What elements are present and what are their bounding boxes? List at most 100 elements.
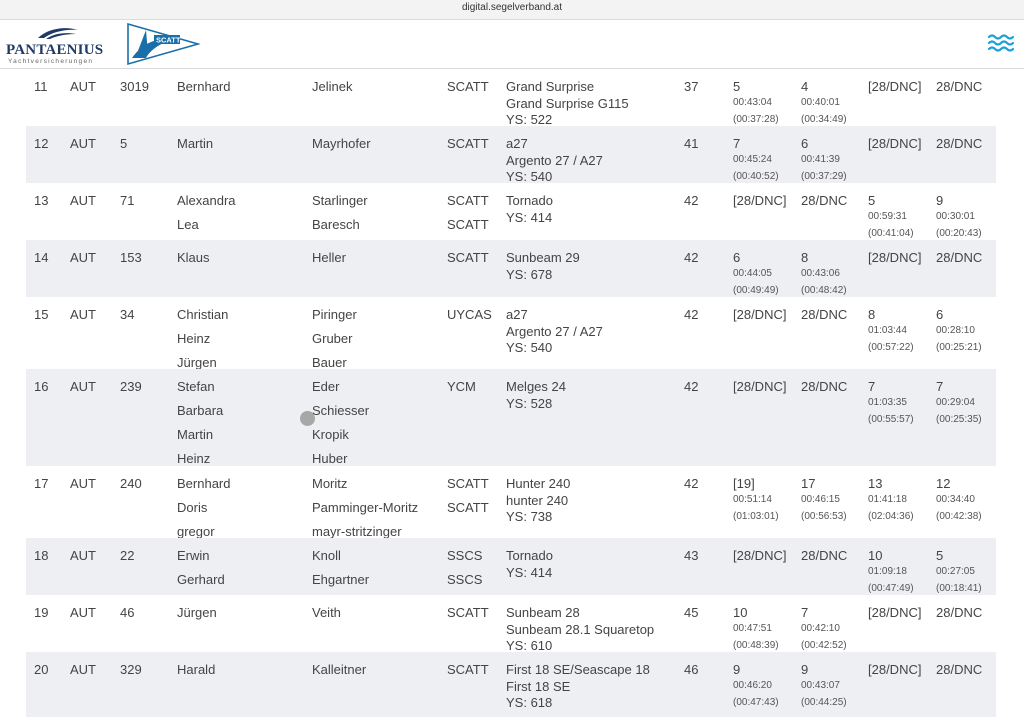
- race-score: 6: [801, 136, 809, 151]
- club-value: SCATT: [447, 605, 489, 620]
- table-row[interactable]: 14 AUT 153 42 Klaus Heller SCATT Sunbeam 29 YS: …: [26, 240, 996, 297]
- first-name-value: Heinz: [177, 331, 211, 346]
- first-name-value: Gerhard: [177, 572, 225, 587]
- rank-value: 15: [34, 307, 49, 322]
- table-row[interactable]: 20 AUT 329 46 Harald Kalleitner SCATT First 18 …: [26, 652, 996, 717]
- sail-value: 5: [120, 136, 128, 151]
- race-corrected-time: (00:49:49): [733, 285, 779, 296]
- race-score: 28/DNC: [936, 250, 983, 265]
- race-time: 00:46:15: [801, 494, 840, 505]
- first-name-value: Stefan: [177, 379, 215, 394]
- race-score: [28/DNC]: [868, 250, 922, 265]
- boat-line: Tornado: [506, 548, 553, 563]
- boat-line: Hunter 240: [506, 476, 571, 491]
- race-time: 00:42:10: [801, 623, 840, 634]
- pantaenius-logo[interactable]: PANTAENIUS Yachtversicherungen: [6, 26, 106, 66]
- race-corrected-time: (00:25:35): [936, 414, 982, 425]
- race-score: 28/DNC: [801, 193, 848, 208]
- race-score: 28/DNC: [801, 548, 848, 563]
- last-name-value: Huber: [312, 451, 348, 466]
- race-score: 28/DNC: [801, 379, 848, 394]
- club-value: YCM: [447, 379, 476, 394]
- sponsor-name: PANTAENIUS: [6, 42, 104, 58]
- points-value: 42: [684, 193, 699, 208]
- points-value: 42: [684, 250, 699, 265]
- table-row[interactable]: 19 AUT 46 45 Jürgen Veith SCATT Sunbeam 28 Sunbe…: [26, 595, 996, 653]
- boat-line: Melges 24: [506, 379, 566, 394]
- first-name-value: Heinz: [177, 451, 211, 466]
- last-name-value: Gruber: [312, 331, 353, 346]
- table-row[interactable]: 18 AUT 22 43 Erwin Gerhard Knoll Ehgartner SSCS S…: [26, 538, 996, 595]
- race-time: 00:27:05: [936, 566, 975, 577]
- club-logo[interactable]: SCATT: [126, 22, 201, 71]
- site-header: PANTAENIUS Yachtversicherungen SCATT: [0, 20, 1024, 69]
- rank-value: 11: [34, 79, 48, 94]
- race-score: 5: [733, 79, 741, 94]
- touch-cursor: [300, 411, 315, 426]
- table-row[interactable]: 17 AUT 240 42 Bernhard Doris gregor Moritz Pammi…: [26, 466, 996, 539]
- race-time: 00:51:14: [733, 494, 772, 505]
- table-row[interactable]: 12 AUT 5 41 Martin Mayrhofer SCATT a27 Argento 2…: [26, 126, 996, 184]
- menu-waves-icon[interactable]: [987, 32, 1015, 54]
- boat-line: YS: 738: [506, 509, 553, 524]
- boat-line: First 18 SE/Seascape 18: [506, 662, 650, 677]
- table-row[interactable]: 15 AUT 34 42 Christian Heinz Jürgen Piringer Gru…: [26, 297, 996, 370]
- race-corrected-time: (00:55:57): [868, 414, 914, 425]
- race-corrected-time: (00:41:04): [868, 228, 914, 239]
- first-name-value: Bernhard: [177, 79, 231, 94]
- boat-line: Sunbeam 28: [506, 605, 580, 620]
- boat-line: Sunbeam 29: [506, 250, 580, 265]
- first-name-value: Lea: [177, 217, 199, 232]
- points-value: 45: [684, 605, 699, 620]
- first-name-value: Erwin: [177, 548, 210, 563]
- table-row[interactable]: 13 AUT 71 42 Alexandra Lea Starlinger Baresch SC…: [26, 183, 996, 240]
- nat-value: AUT: [70, 662, 96, 677]
- last-name-value: Schiesser: [312, 403, 370, 418]
- race-score: [28/DNC]: [733, 193, 787, 208]
- last-name-value: Mayrhofer: [312, 136, 371, 151]
- race-score: 13: [868, 476, 883, 491]
- table-row[interactable]: 11 AUT 3019 37 Bernhard Jelinek SCATT Grand Sur…: [26, 69, 996, 127]
- race-score: [28/DNC]: [868, 605, 922, 620]
- last-name-value: Knoll: [312, 548, 341, 563]
- club-pennant-icon: SCATT: [127, 22, 201, 66]
- race-time: 00:43:07: [801, 680, 840, 691]
- race-corrected-time: (00:57:22): [868, 342, 914, 353]
- last-name-value: Piringer: [312, 307, 357, 322]
- race-score: 9: [733, 662, 741, 677]
- race-score: 10: [733, 605, 748, 620]
- boat-line: Argento 27 / A27: [506, 323, 603, 339]
- race-time: 00:45:24: [733, 154, 772, 165]
- race-time: 00:43:04: [733, 97, 772, 108]
- last-name-value: Pamminger-Moritz: [312, 500, 419, 515]
- first-name-value: Martin: [177, 427, 214, 442]
- boat-line: YS: 618: [506, 695, 553, 710]
- sail-value: 329: [120, 662, 142, 677]
- last-name-value: Ehgartner: [312, 572, 370, 587]
- table-row[interactable]: 16 AUT 239 42 Stefan Barbara Martin Heinz Eder Sc…: [26, 369, 996, 466]
- club-value: SCATT: [447, 500, 489, 515]
- boat-line: YS: 528: [506, 395, 553, 411]
- sail-value: 240: [120, 476, 142, 491]
- race-score: 8: [801, 250, 809, 265]
- url-text: digital.segelverband.at: [461, 2, 563, 13]
- club-value: SCATT: [447, 217, 489, 232]
- last-name-value: Heller: [312, 250, 346, 265]
- club-value: SCATT: [447, 193, 489, 208]
- boat-line: Sunbeam 28.1 Squaretop: [506, 621, 655, 637]
- first-name-value: Bernhard: [177, 476, 231, 491]
- first-name-value: Klaus: [177, 250, 210, 265]
- sail-value: 71: [120, 193, 135, 208]
- rank-value: 13: [34, 193, 49, 208]
- race-score: 28/DNC: [801, 307, 848, 322]
- race-time: 00:34:40: [936, 494, 975, 505]
- club-value: SCATT: [447, 136, 489, 151]
- race-score: 17: [801, 476, 816, 491]
- sail-value: 22: [120, 548, 135, 563]
- browser-url-bar[interactable]: digital.segelverband.at: [0, 0, 1024, 20]
- race-score: 7: [936, 379, 944, 394]
- race-time: 01:03:44: [868, 325, 907, 336]
- nat-value: AUT: [70, 379, 96, 394]
- points-value: 41: [684, 136, 699, 151]
- first-name-value: Martin: [177, 136, 214, 151]
